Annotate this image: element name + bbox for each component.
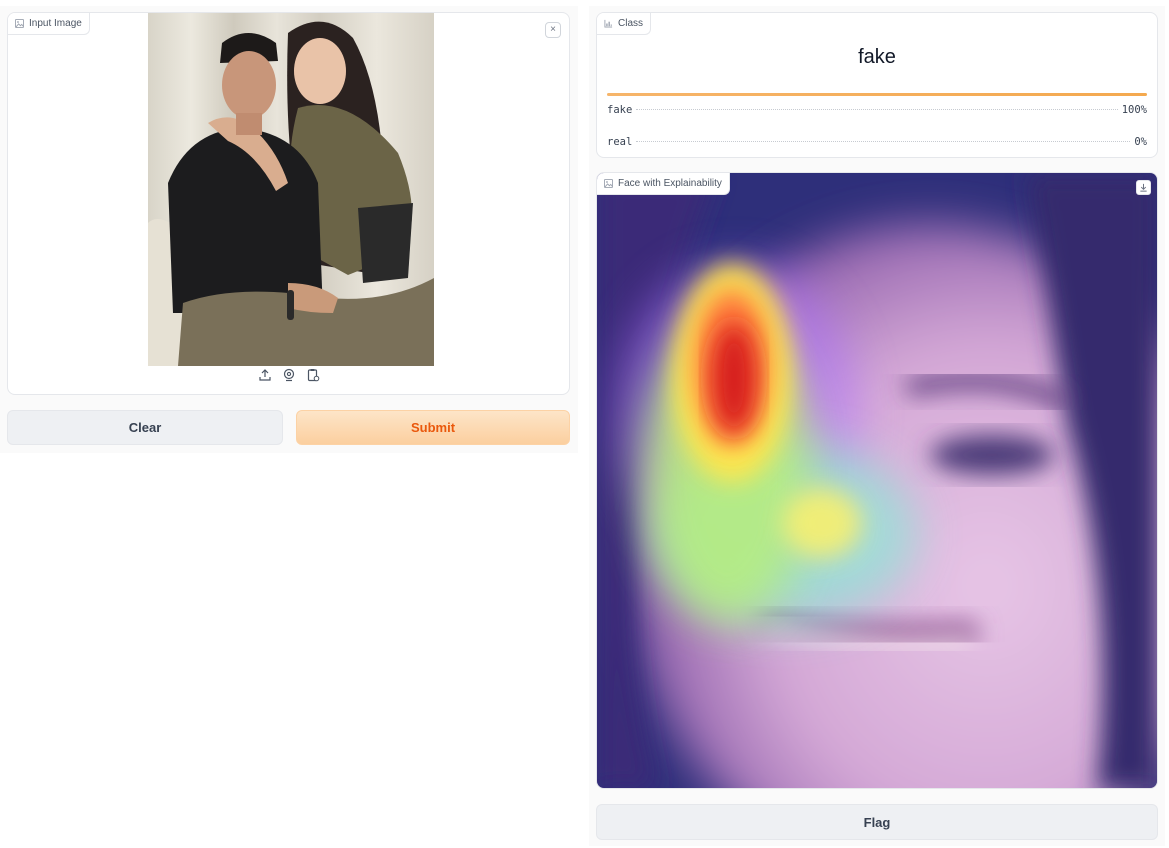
close-symbol: × xyxy=(550,24,556,35)
confidence-value: 0% xyxy=(1134,136,1147,148)
confidence-value: 100% xyxy=(1121,104,1147,116)
webcam-icon[interactable] xyxy=(282,368,296,382)
image-icon xyxy=(604,179,613,188)
download-icon[interactable] xyxy=(1136,180,1151,195)
class-label: Class xyxy=(597,13,652,35)
input-image-label-text: Input Image xyxy=(29,18,82,29)
confidence-label: fake xyxy=(607,104,633,116)
explainability-label: Face with Explainability xyxy=(597,173,730,195)
upload-icon[interactable] xyxy=(258,368,272,382)
input-image-label: Input Image xyxy=(8,13,90,35)
dotted-leader xyxy=(636,109,1118,110)
confidence-label: real xyxy=(607,136,633,148)
explainability-heatmap xyxy=(597,173,1157,788)
input-photo xyxy=(148,13,434,366)
image-icon xyxy=(15,19,24,28)
explainability-label-text: Face with Explainability xyxy=(618,178,722,189)
label-icon xyxy=(604,19,613,28)
input-image-panel[interactable]: Input Image × xyxy=(7,12,570,395)
flag-button[interactable]: Flag xyxy=(596,804,1158,840)
dotted-leader xyxy=(636,141,1131,142)
class-panel: Class fake fake 100% real 0% xyxy=(596,12,1158,158)
explainability-panel: Face with Explainability xyxy=(596,172,1158,789)
confidence-bar xyxy=(607,93,1147,96)
clipboard-icon[interactable] xyxy=(306,368,320,382)
close-icon[interactable]: × xyxy=(545,22,561,38)
class-label-text: Class xyxy=(618,18,644,29)
submit-button[interactable]: Submit xyxy=(296,410,570,445)
predicted-class: fake xyxy=(858,46,896,68)
confidence-row: real 0% xyxy=(607,136,1147,148)
clear-button[interactable]: Clear xyxy=(7,410,283,445)
confidence-row: fake 100% xyxy=(607,104,1147,116)
source-toolbar xyxy=(8,368,569,382)
